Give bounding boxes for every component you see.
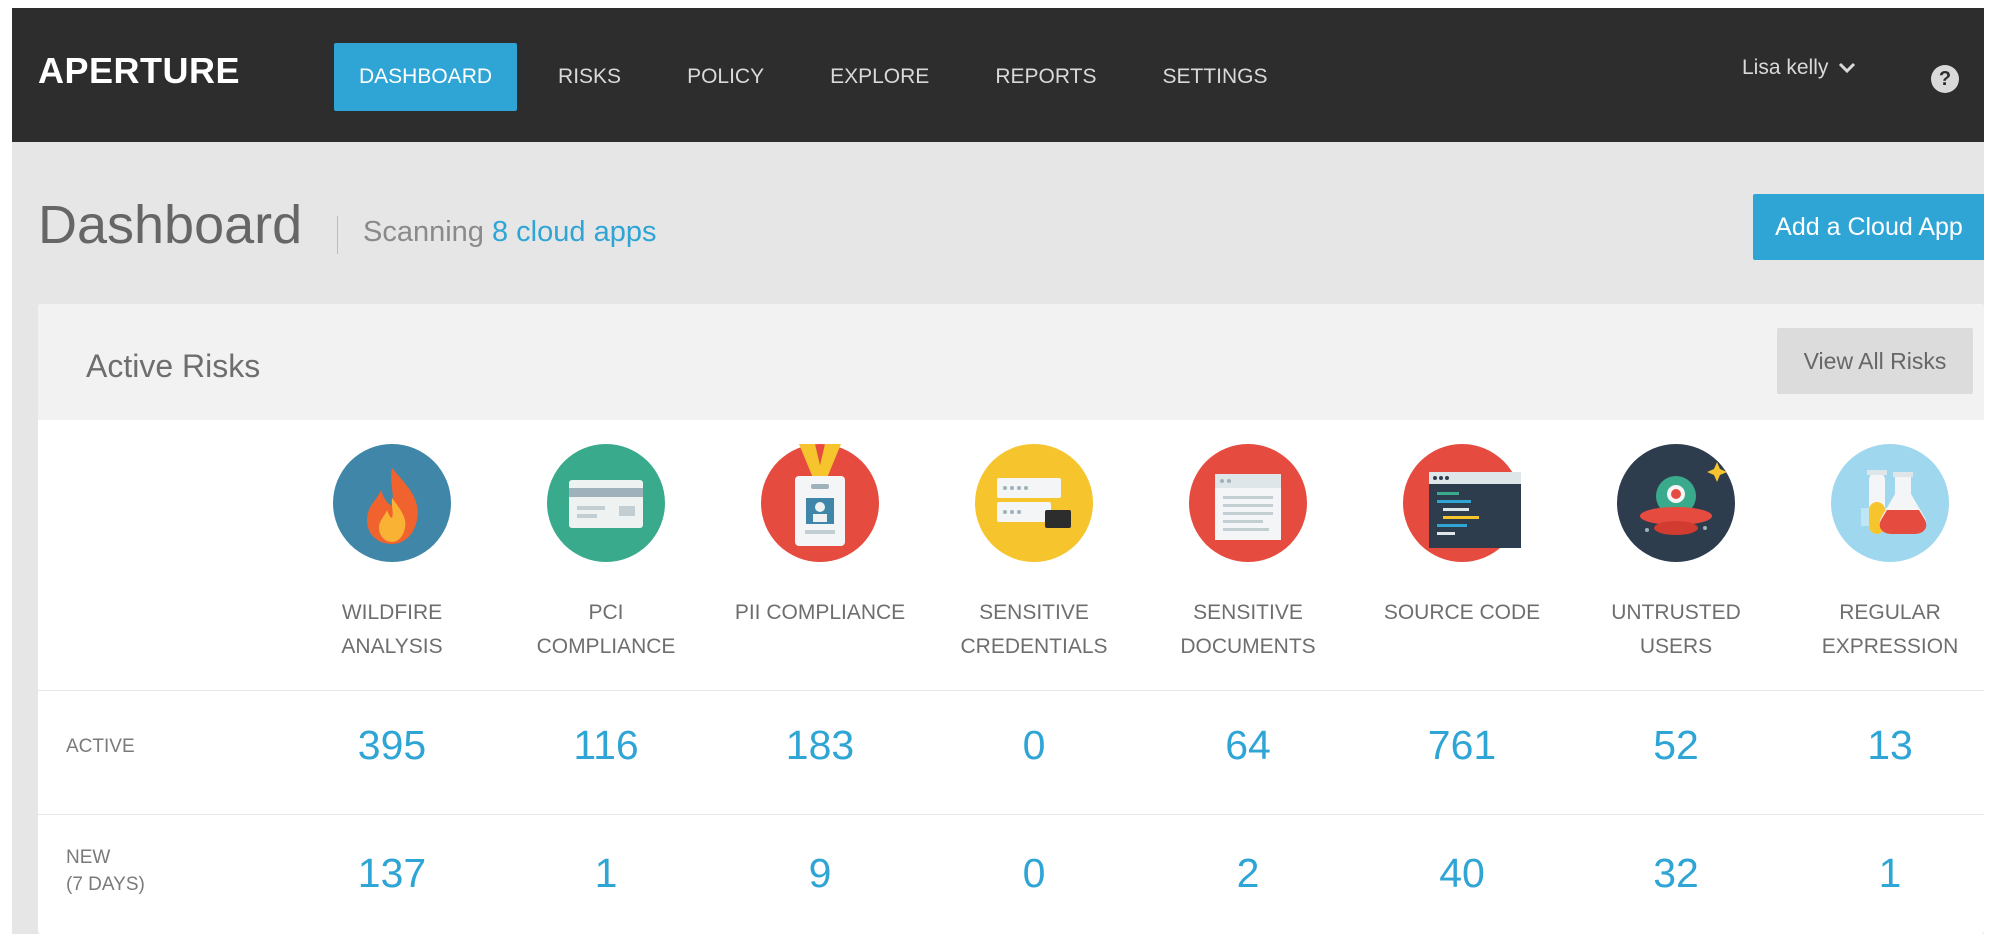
nav-dashboard[interactable]: DASHBOARD (334, 43, 518, 111)
category-label: PII COMPLIANCE (734, 601, 906, 624)
nav-risks[interactable]: RISKS (533, 43, 646, 111)
document-icon[interactable] (1189, 444, 1307, 562)
top-nav-bar: APERTURE DASHBOARD RISKS POLICY EXPLORE … (12, 8, 1984, 142)
alien-ufo-icon[interactable] (1617, 444, 1735, 562)
row-label-new: NEW (7 DAYS) (66, 847, 145, 895)
row-label-active: ACTIVE (66, 736, 135, 757)
active-count-untrusted-users[interactable]: 52 (1576, 722, 1776, 769)
new-count-source-code[interactable]: 40 (1362, 850, 1562, 897)
active-count-documents[interactable]: 64 (1148, 722, 1348, 769)
nav-policy[interactable]: POLICY (662, 43, 789, 111)
new-count-pii[interactable]: 9 (720, 850, 920, 897)
nav-settings[interactable]: SETTINGS (1137, 43, 1292, 111)
user-menu[interactable]: Lisa kelly (1742, 56, 1856, 80)
new-count-documents[interactable]: 2 (1148, 850, 1348, 897)
category-label: SOURCE CODE (1383, 601, 1541, 624)
panel-title: Active Risks (86, 348, 261, 384)
active-count-credentials[interactable]: 0 (934, 722, 1134, 769)
new-count-wildfire[interactable]: 137 (292, 850, 492, 897)
app-frame: APERTURE DASHBOARD RISKS POLICY EXPLORE … (12, 8, 1984, 934)
category-label: WILDFIRE ANALYSIS (341, 601, 443, 658)
add-cloud-app-button[interactable]: Add a Cloud App (1753, 194, 1984, 260)
category-label: REGULAR EXPRESSION (1821, 601, 1959, 658)
active-count-regex[interactable]: 13 (1790, 722, 1984, 769)
category-label: SENSITIVE CREDENTIALS (960, 601, 1108, 658)
panel-header: Active Risks View All Risks (38, 304, 1984, 420)
view-all-risks-button[interactable]: View All Risks (1777, 328, 1973, 394)
row-divider (38, 814, 1984, 815)
active-risks-panel: Active Risks View All Risks WILDFIRE ANA… (38, 304, 1984, 934)
new-count-pci[interactable]: 1 (506, 850, 706, 897)
code-window-icon[interactable] (1403, 444, 1521, 562)
nav-explore[interactable]: EXPLORE (805, 43, 954, 111)
scanning-prefix: Scanning (363, 216, 484, 248)
active-count-pci[interactable]: 116 (506, 722, 706, 769)
category-label: UNTRUSTED USERS (1611, 601, 1741, 658)
aperture-logo[interactable]: APERTURE (38, 50, 240, 92)
chevron-down-icon (1839, 62, 1856, 74)
main-nav: DASHBOARD RISKS POLICY EXPLORE REPORTS S… (334, 43, 1308, 111)
cloud-apps-link[interactable]: 8 cloud apps (492, 216, 656, 248)
test-tubes-icon[interactable] (1831, 444, 1949, 562)
active-count-pii[interactable]: 183 (720, 722, 920, 769)
id-badge-icon[interactable] (761, 444, 879, 562)
new-count-untrusted-users[interactable]: 32 (1576, 850, 1776, 897)
title-divider (337, 216, 338, 254)
category-label: SENSITIVE DOCUMENTS (1180, 601, 1316, 658)
scanning-status: Scanning 8 cloud apps (363, 216, 656, 249)
active-count-source-code[interactable]: 761 (1362, 722, 1562, 769)
row-divider (38, 690, 1984, 691)
category-label: PCI COMPLIANCE (536, 601, 676, 658)
wildfire-icon[interactable] (333, 444, 451, 562)
page-title: Dashboard (38, 195, 303, 255)
user-name: Lisa kelly (1742, 56, 1829, 79)
active-count-wildfire[interactable]: 395 (292, 722, 492, 769)
new-count-credentials[interactable]: 0 (934, 850, 1134, 897)
help-icon[interactable]: ? (1931, 65, 1959, 93)
new-count-regex[interactable]: 1 (1790, 850, 1984, 897)
credit-card-icon[interactable] (547, 444, 665, 562)
credentials-icon[interactable] (975, 444, 1093, 562)
nav-reports[interactable]: REPORTS (970, 43, 1121, 111)
